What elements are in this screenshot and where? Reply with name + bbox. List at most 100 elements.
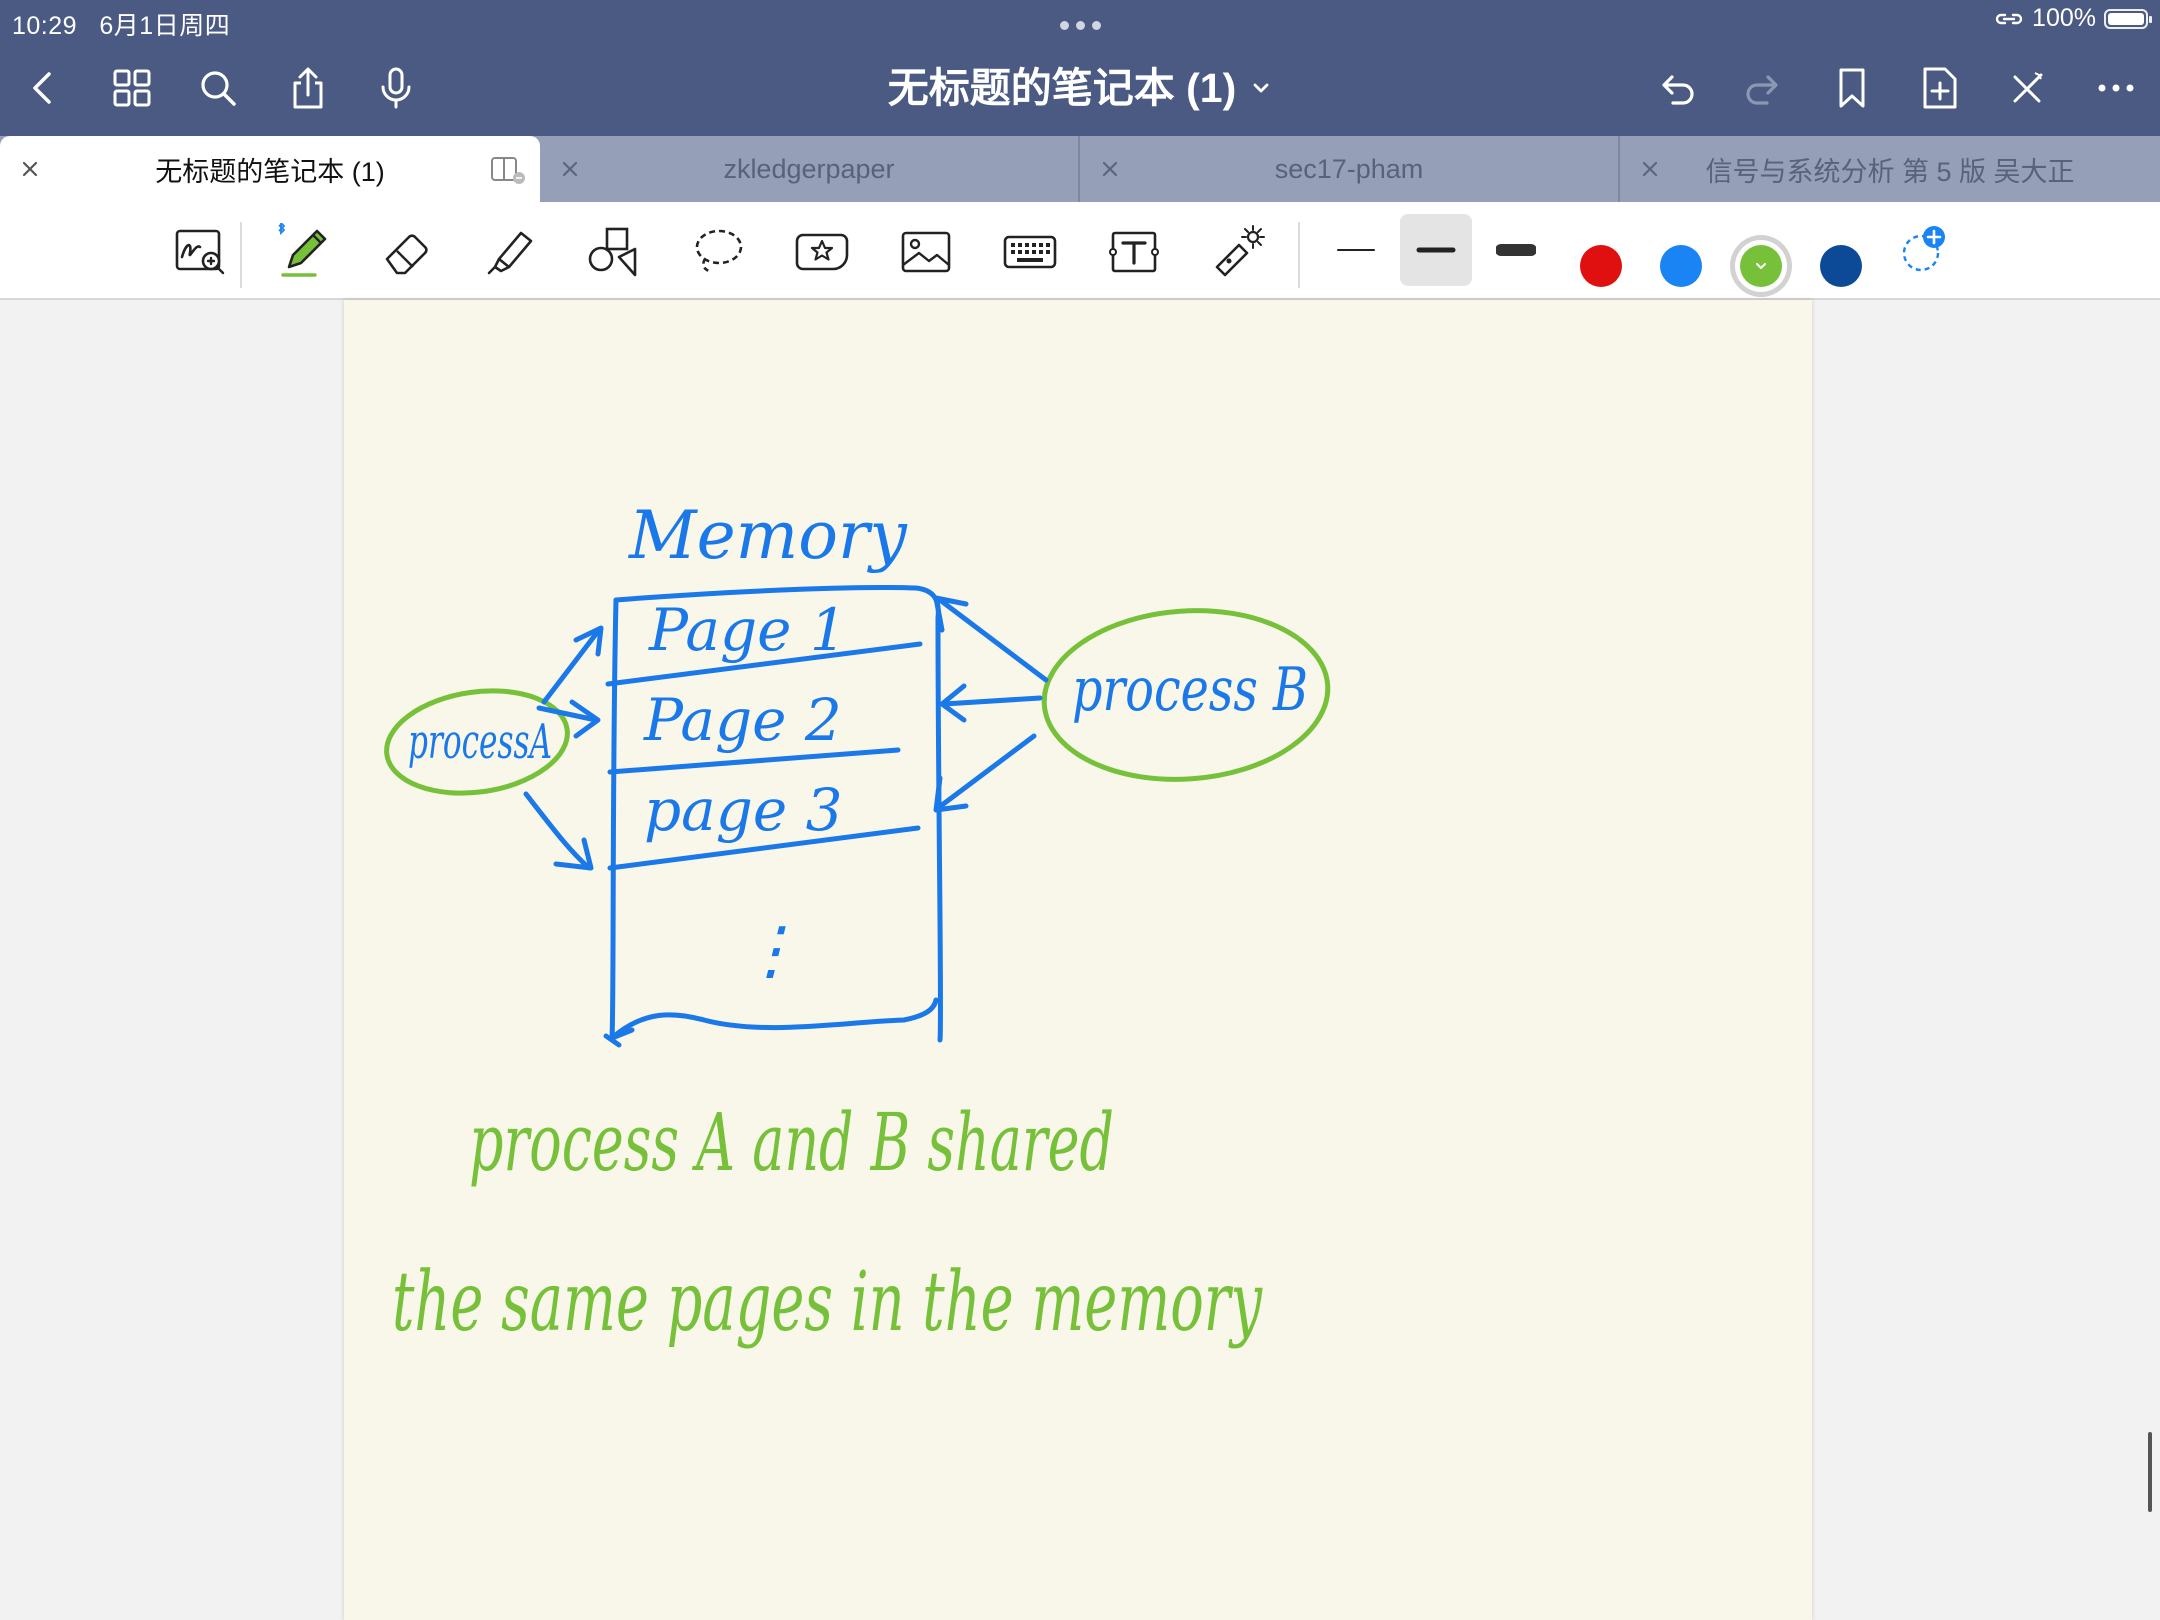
drawing-toolbar xyxy=(0,202,2160,300)
toolbar-divider xyxy=(1298,222,1300,288)
arrow-a-to-page-1 xyxy=(541,625,604,705)
pen-tool[interactable] xyxy=(272,220,336,284)
lasso-tool[interactable] xyxy=(686,220,750,284)
lasso-icon xyxy=(695,229,743,273)
close-icon[interactable] xyxy=(1098,157,1122,181)
tab-label: zkledgerpaper xyxy=(723,153,895,184)
shapes-icon xyxy=(588,227,637,277)
close-icon[interactable] xyxy=(1638,157,1662,181)
add-page-icon xyxy=(1923,67,1957,109)
search-button[interactable] xyxy=(188,58,248,118)
handwriting-layer: Memory Page 1 Page 2 page 3 ⋮ processA p… xyxy=(384,497,1331,1350)
process-b-label: process B xyxy=(1072,655,1308,725)
arrow-a-to-page-3 xyxy=(523,791,594,871)
highlighter-icon xyxy=(487,231,533,275)
document-tabs: 无标题的笔记本 (1) zkledgerpaper sec17-pham 信号与… xyxy=(0,136,2160,202)
summary-line-2: the same pages in the memory xyxy=(392,1255,1263,1350)
image-icon xyxy=(901,231,951,273)
tab-sec17-pham[interactable]: sec17-pham xyxy=(1080,136,1620,202)
notebook-canvas[interactable]: Memory Page 1 Page 2 page 3 ⋮ processA p… xyxy=(0,300,2160,1620)
zoom-window-tool[interactable] xyxy=(168,220,232,284)
close-icon[interactable] xyxy=(18,157,42,181)
library-grid-button[interactable] xyxy=(102,58,162,118)
zoom-window-icon xyxy=(175,229,225,275)
ellipsis-mark: ⋮ xyxy=(739,914,803,988)
keyboard-tool[interactable] xyxy=(998,220,1062,284)
undo-button[interactable] xyxy=(1646,58,1706,118)
link-icon xyxy=(1995,13,2023,24)
add-color-button[interactable] xyxy=(1892,218,1956,282)
color-swatch-blue[interactable] xyxy=(1660,245,1702,287)
sticker-icon xyxy=(795,233,849,271)
color-swatch-navy[interactable] xyxy=(1820,245,1862,287)
process-a-label: processA xyxy=(408,714,552,770)
laser-pointer-icon xyxy=(1215,225,1265,277)
voice-record-button[interactable] xyxy=(366,58,426,118)
top-bar: 10:29 6月1日周四 100% 无标题的笔记本 (1) xyxy=(0,0,2160,140)
eraser-tool[interactable] xyxy=(376,220,440,284)
chevron-down-icon xyxy=(1756,263,1766,269)
summary-line-1: process A and B shared xyxy=(469,1096,1114,1189)
document-title-menu[interactable]: 无标题的笔记本 (1) xyxy=(888,58,1273,118)
shapes-tool[interactable] xyxy=(582,220,646,284)
more-icon xyxy=(2098,84,2134,92)
add-page-button[interactable] xyxy=(1910,58,1970,118)
undo-icon xyxy=(1662,75,1694,105)
redo-button[interactable] xyxy=(1734,58,1794,118)
back-chevron-icon xyxy=(33,72,51,104)
hide-toolbar-button[interactable] xyxy=(1998,58,2058,118)
add-color-icon xyxy=(1902,226,1945,272)
multitasking-dots-icon[interactable] xyxy=(1055,10,1105,40)
keyboard-icon xyxy=(1003,235,1057,269)
tab-label: 无标题的笔记本 (1) xyxy=(155,156,385,187)
tab-label: 信号与系统分析 第 5 版 吴大正 xyxy=(1705,156,2075,187)
microphone-icon xyxy=(381,67,411,109)
status-indicators: 100% xyxy=(1994,4,2152,33)
status-date: 6月1日周四 xyxy=(99,12,231,40)
back-button[interactable] xyxy=(14,58,74,118)
image-tool[interactable] xyxy=(894,220,958,284)
tab-zkledgerpaper[interactable]: zkledgerpaper xyxy=(540,136,1080,202)
medium-stroke-icon xyxy=(1416,247,1456,253)
laser-pointer-tool[interactable] xyxy=(1206,220,1270,284)
sticker-tool[interactable] xyxy=(790,220,854,284)
memory-label: Memory xyxy=(628,497,908,574)
share-button[interactable] xyxy=(278,58,338,118)
stroke-medium-button[interactable] xyxy=(1400,214,1472,286)
note-page[interactable]: Memory Page 1 Page 2 page 3 ⋮ processA p… xyxy=(344,300,1812,1620)
page-3-label: page 3 xyxy=(644,776,843,844)
text-box-tool[interactable] xyxy=(1102,220,1166,284)
stroke-thick-button[interactable] xyxy=(1480,214,1552,286)
eraser-icon xyxy=(385,234,428,275)
pen-icon xyxy=(278,223,327,277)
close-icon[interactable] xyxy=(558,157,582,181)
thick-stroke-icon xyxy=(1496,244,1536,256)
arrow-b-to-page-1 xyxy=(933,595,1049,683)
highlighter-tool[interactable] xyxy=(480,220,544,284)
tab-signals-systems[interactable]: 信号与系统分析 第 5 版 吴大正 xyxy=(1620,136,2160,202)
tab-untitled-notebook[interactable]: 无标题的笔记本 (1) xyxy=(0,136,540,202)
toolbar-divider xyxy=(240,222,242,288)
share-icon xyxy=(293,67,323,109)
status-time: 10:29 6月1日周四 xyxy=(12,6,230,42)
grid-icon xyxy=(113,69,151,107)
scroll-indicator[interactable] xyxy=(2148,1432,2152,1512)
search-icon xyxy=(201,71,236,106)
bookmark-button[interactable] xyxy=(1822,58,1882,118)
stroke-thin-button[interactable] xyxy=(1320,214,1392,286)
thin-stroke-icon xyxy=(1337,249,1375,251)
close-toolbar-icon xyxy=(2013,72,2043,103)
more-button[interactable] xyxy=(2086,58,2146,118)
color-swatch-green[interactable] xyxy=(1740,245,1782,287)
battery-percent: 100% xyxy=(2032,4,2096,32)
redo-icon xyxy=(1746,75,1778,105)
chevron-down-icon xyxy=(1253,83,1269,93)
bookmark-icon xyxy=(1839,68,1865,108)
split-view-icon[interactable] xyxy=(490,154,526,186)
page-1-label: Page 1 xyxy=(648,596,847,664)
document-title-text: 无标题的笔记本 (1) xyxy=(887,65,1237,111)
arrow-b-to-page-3 xyxy=(933,733,1037,813)
tab-label: sec17-pham xyxy=(1274,153,1424,184)
color-swatch-red[interactable] xyxy=(1580,245,1622,287)
arrow-b-to-page-2 xyxy=(939,683,1043,723)
